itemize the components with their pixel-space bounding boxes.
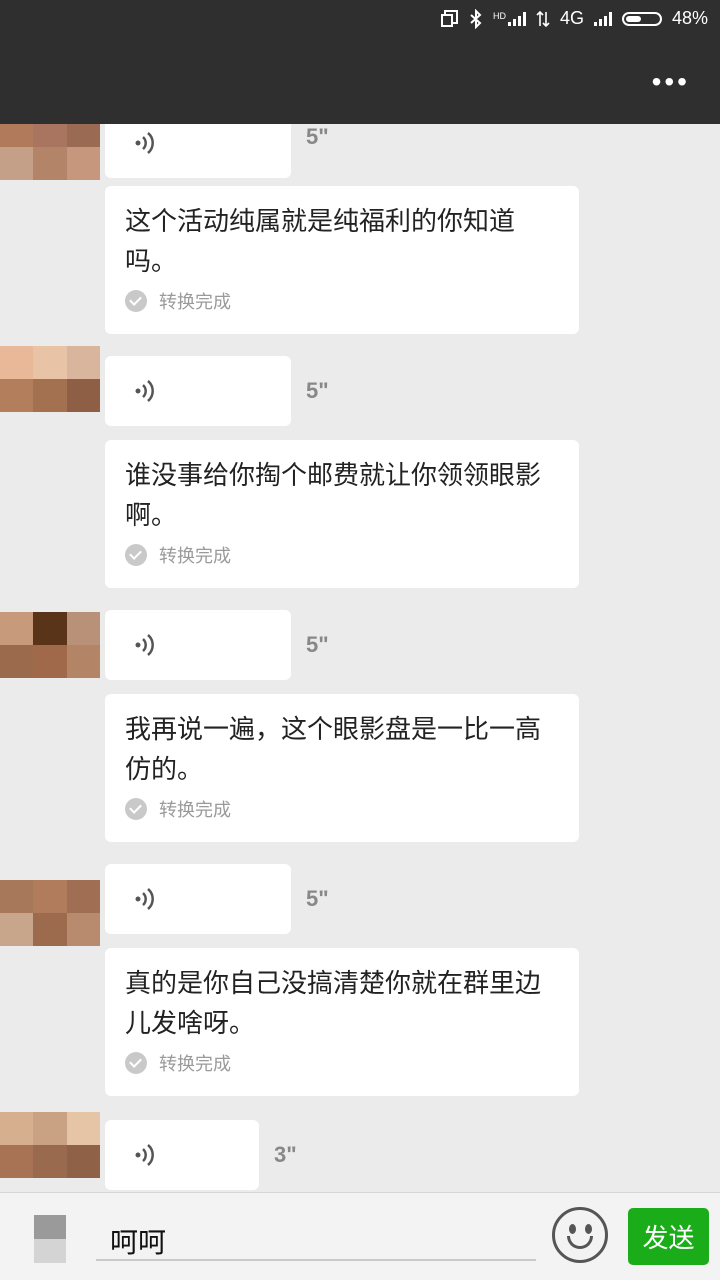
data-transfer-icon bbox=[536, 10, 550, 27]
voice-duration: 5" bbox=[306, 632, 329, 657]
transcription-bubble[interactable]: 谁没事给你掏个邮费就让你领领眼影啊。 转换完成 bbox=[105, 440, 579, 588]
transcription-bubble[interactable]: 真的是你自己没搞清楚你就在群里边儿发啥呀。 转换完成 bbox=[105, 948, 579, 1096]
voice-message[interactable] bbox=[105, 610, 291, 680]
transcription-status: 转换完成 bbox=[125, 796, 559, 822]
voice-wave-icon bbox=[135, 634, 154, 656]
voice-wave-icon bbox=[135, 1144, 154, 1166]
transcription-bubble[interactable]: 这个活动纯属就是纯福利的你知道吗。 转换完成 bbox=[105, 186, 579, 334]
voice-duration: 3" bbox=[274, 1142, 297, 1167]
voice-message[interactable] bbox=[105, 356, 291, 426]
voice-message[interactable] bbox=[105, 1120, 259, 1190]
avatar[interactable] bbox=[0, 124, 100, 180]
voice-duration: 5" bbox=[306, 124, 329, 149]
status-label: 转换完成 bbox=[159, 546, 231, 567]
avatar[interactable] bbox=[0, 880, 100, 946]
status-indicators: HD 4G 48% bbox=[440, 8, 708, 29]
avatar[interactable] bbox=[0, 612, 100, 678]
voice-duration: 5" bbox=[306, 886, 329, 911]
voice-wave-icon bbox=[135, 380, 154, 402]
check-circle-icon bbox=[125, 544, 147, 566]
check-circle-icon bbox=[125, 798, 147, 820]
bluetooth-icon bbox=[470, 8, 482, 29]
status-label: 转换完成 bbox=[159, 292, 231, 313]
message-input[interactable]: 呵呵 bbox=[96, 1211, 536, 1261]
more-dots-icon[interactable]: ••• bbox=[652, 66, 690, 98]
transcription-text: 真的是你自己没搞清楚你就在群里边儿发啥呀。 bbox=[125, 969, 542, 1039]
check-circle-icon bbox=[125, 290, 147, 312]
signal-bars-icon bbox=[507, 11, 526, 26]
composer-bar: 呵呵 发送 bbox=[0, 1192, 720, 1280]
transcription-text: 我再说一遍，这个眼影盘是一比一高仿的。 bbox=[125, 715, 542, 785]
battery-percent: 48% bbox=[671, 8, 708, 28]
network-type: 4G bbox=[559, 8, 584, 28]
transcription-text: 谁没事给你掏个邮费就让你领领眼影啊。 bbox=[125, 461, 542, 531]
chat-header: ••• bbox=[0, 38, 720, 124]
chat-message-list[interactable]: 5" 这个活动纯属就是纯福利的你知道吗。 转换完成 5" 谁没事给你掏个邮费就让… bbox=[0, 124, 720, 1192]
transcription-status: 转换完成 bbox=[125, 542, 559, 568]
window-icon bbox=[440, 9, 458, 27]
signal-bars-icon bbox=[593, 11, 612, 26]
hd-label: HD bbox=[492, 10, 506, 21]
transcription-status: 转换完成 bbox=[125, 288, 559, 314]
voice-message[interactable] bbox=[105, 124, 291, 178]
avatar[interactable] bbox=[0, 1112, 100, 1178]
status-bar: HD 4G 48% bbox=[0, 0, 720, 38]
transcription-text: 这个活动纯属就是纯福利的你知道吗。 bbox=[125, 207, 516, 277]
smiley-icon[interactable] bbox=[552, 1207, 608, 1263]
status-label: 转换完成 bbox=[159, 1054, 231, 1075]
voice-wave-icon bbox=[135, 132, 154, 154]
battery-icon bbox=[621, 11, 662, 26]
transcription-status: 转换完成 bbox=[125, 1050, 559, 1076]
voice-message[interactable] bbox=[105, 864, 291, 934]
avatar[interactable] bbox=[0, 346, 100, 412]
transcription-bubble[interactable]: 我再说一遍，这个眼影盘是一比一高仿的。 转换完成 bbox=[105, 694, 579, 842]
voice-keyboard-toggle-icon[interactable] bbox=[34, 1215, 66, 1263]
battery-level-fill bbox=[625, 15, 641, 22]
status-label: 转换完成 bbox=[159, 800, 231, 821]
voice-duration: 5" bbox=[306, 378, 329, 403]
check-circle-icon bbox=[125, 1052, 147, 1074]
send-button[interactable]: 发送 bbox=[628, 1208, 709, 1265]
voice-wave-icon bbox=[135, 888, 154, 910]
